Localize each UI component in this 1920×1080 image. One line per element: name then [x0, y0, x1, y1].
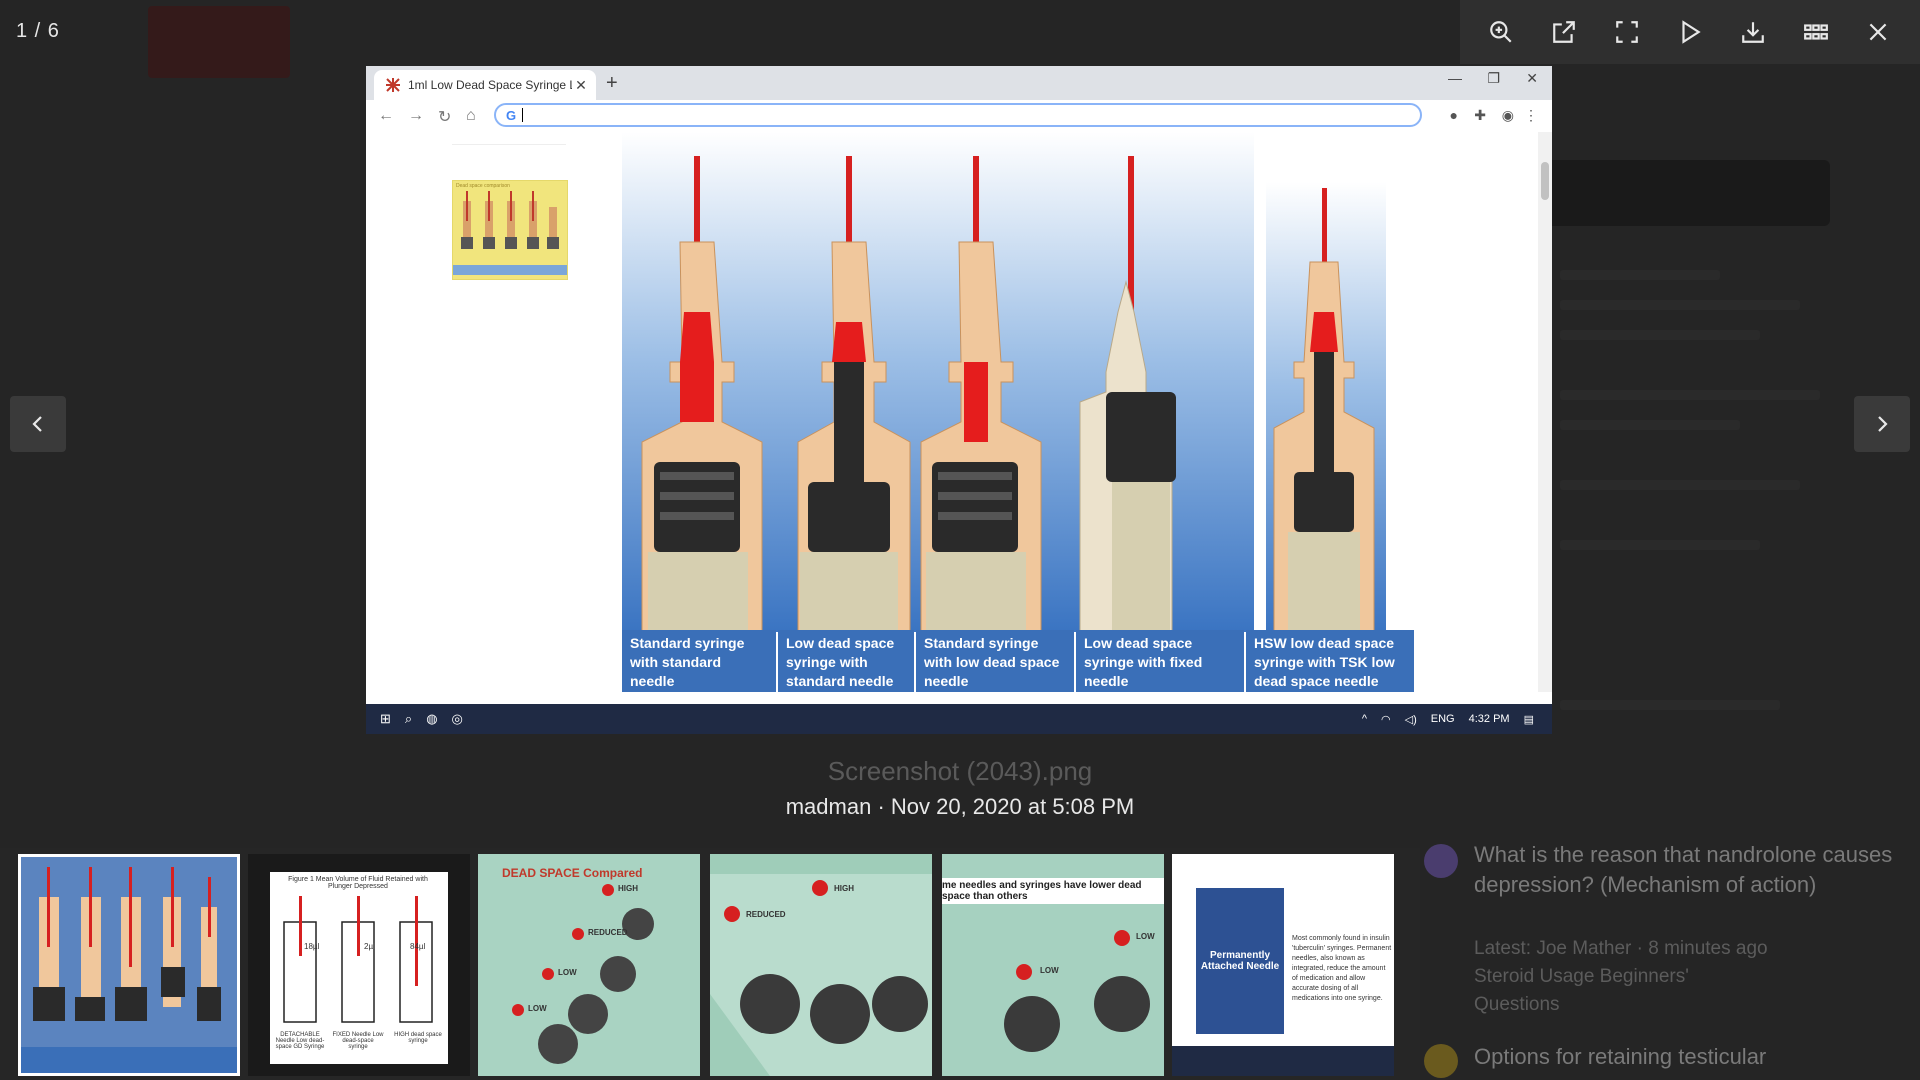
thumbnail-taskbar — [1172, 1046, 1394, 1076]
thumbnail-5[interactable]: me needles and syringes have lower dead … — [942, 854, 1164, 1076]
background-question-forum: Questions — [1474, 994, 1560, 1015]
restore-icon: ❐ — [1487, 70, 1500, 86]
zoom-in-icon[interactable] — [1481, 12, 1521, 52]
thumbnail-image — [21, 857, 237, 1073]
window-close-icon: ✕ — [1526, 70, 1538, 86]
wifi-icon: ◠ — [1381, 713, 1391, 726]
chevron-right-icon — [1878, 416, 1888, 432]
forward-icon: → — [408, 107, 424, 124]
page-sidebar-header — [452, 134, 566, 145]
figure-caption: Low dead space syringe with fixed needle — [1076, 630, 1244, 692]
thumbnail-label: LOW — [1136, 932, 1155, 941]
thumbnail-caption: DEAD SPACE Compared — [502, 866, 643, 880]
figure-caption: Low dead space syringe with standard nee… — [778, 630, 914, 692]
viewer-toolbar — [1460, 0, 1920, 64]
thumbnail-1[interactable] — [18, 854, 240, 1076]
grid-view-icon[interactable] — [1796, 12, 1836, 52]
open-external-icon[interactable] — [1544, 12, 1584, 52]
thumbnail-label: DETACHABLE Needle Low dead-space GD Syri… — [275, 1032, 325, 1050]
text-caret — [522, 108, 524, 122]
browser-tab-title: 1ml Low Dead Space Syringe Lu — [408, 78, 572, 92]
omnibox: G — [494, 103, 1422, 127]
thumbnail-label: LOW — [528, 1004, 547, 1013]
thumbnail-2[interactable]: Figure 1 Mean Volume of Fluid Retained w… — [248, 854, 470, 1076]
thumbnail-value: 84µl — [410, 942, 426, 951]
thumbnail-text: Most commonly found in insulin 'tubercul… — [1292, 935, 1392, 1002]
figure-caption: HSW low dead space syringe with TSK low … — [1246, 630, 1414, 692]
browser-tab-strip: 1ml Low Dead Space Syringe Lu ✕ + — ❐ ✕ — [366, 66, 1552, 100]
thumbnail-strip: Figure 1 Mean Volume of Fluid Retained w… — [0, 848, 1420, 1080]
browser-tab: 1ml Low Dead Space Syringe Lu ✕ — [374, 70, 596, 100]
avatar — [1424, 844, 1458, 878]
tab-close-icon: ✕ — [575, 76, 587, 93]
thumbnail-image — [512, 884, 654, 1064]
browser-address-bar: ← → ↻ ⌂ G ● ✚ ◉ ⋮ — [366, 100, 1552, 133]
thumbnail-6[interactable]: Permanently Attached Needle Most commonl… — [1172, 854, 1394, 1076]
thumbnail-label: LOW — [558, 968, 577, 977]
volume-icon: ◁) — [1404, 713, 1417, 726]
thumbnail-caption: Permanently Attached Needle — [1196, 888, 1284, 1034]
chevron-left-icon — [32, 416, 42, 432]
notification-icon: ▤ — [1523, 713, 1534, 726]
thumbnail-label: REDUCED — [588, 928, 628, 937]
thumbnail-label: FIXED Needle Low dead-space syringe — [332, 1032, 384, 1050]
image-meta: madman · Nov 20, 2020 at 5:08 PM — [785, 794, 1135, 819]
thumbnail-3[interactable]: DEAD SPACE Compared HIGH REDUCED LOW LOW — [478, 854, 700, 1076]
background-question-forum: Steroid Usage Beginners' — [1474, 966, 1689, 987]
extension-icon: ● — [1449, 107, 1458, 123]
clock: 4:32 PM — [1468, 713, 1510, 725]
side-thumbnail-caption: Dead space comparison — [456, 183, 510, 189]
thumbnail-label: HIGH — [834, 884, 854, 893]
minimize-icon: — — [1448, 70, 1462, 86]
thumbnail-image — [710, 874, 932, 1076]
thumbnail-4[interactable]: HIGH REDUCED — [710, 854, 932, 1076]
background-question-meta: Latest: Joe Mather · 8 minutes ago — [1474, 938, 1768, 959]
back-icon: ← — [378, 107, 394, 124]
background-question-title: What is the reason that nandrolone cause… — [1474, 842, 1893, 897]
thumbnail-label: REDUCED — [746, 910, 786, 919]
thumbnail-label: LOW — [1040, 966, 1059, 975]
windows-taskbar: ⊞ ⌕ ◍ ◎ ^ ◠ ◁) ENG 4:32 PM ▤ — [366, 704, 1552, 734]
profile-icon: ◉ — [1501, 107, 1514, 123]
syringe-illustration — [622, 132, 1386, 673]
thumbnail-label: HIGH — [618, 884, 638, 893]
reload-icon: ↻ — [438, 109, 452, 126]
windows-start-icon: ⊞ — [380, 711, 391, 726]
image-counter: 1 / 6 — [16, 20, 60, 42]
syringe-comparison-figure: Standard syringe with standard needle Lo… — [614, 132, 1414, 692]
system-tray: ^ ◠ ◁) ENG 4:32 PM ▤ — [1362, 704, 1534, 734]
figure-caption: Standard syringe with standard needle — [622, 630, 776, 692]
app-icon: ◎ — [451, 711, 463, 726]
new-tab-icon: + — [606, 72, 618, 94]
background-question-title: Options for retaining testicular — [1474, 1044, 1767, 1069]
menu-icon: ⋮ — [1524, 107, 1538, 123]
mini-syringe-illustration — [453, 191, 567, 275]
main-image[interactable]: 1ml Low Dead Space Syringe Lu ✕ + — ❐ ✕ … — [366, 66, 1552, 734]
play-slideshow-icon[interactable] — [1670, 12, 1710, 52]
search-icon: ⌕ — [404, 711, 413, 726]
side-thumbnail: Dead space comparison — [452, 180, 568, 280]
google-icon: G — [506, 107, 517, 123]
chrome-icon: ◍ — [426, 711, 438, 726]
thumbnail-caption: me needles and syringes have lower dead … — [942, 878, 1164, 904]
browser-page-content: Dead space comparison Standard syringe w… — [366, 132, 1552, 692]
thumbnail-label: HIGH dead space syringe — [394, 1032, 442, 1044]
chevron-up-icon: ^ — [1361, 713, 1368, 725]
fullscreen-icon[interactable] — [1607, 12, 1647, 52]
thumbnail-value: 18µl — [304, 942, 320, 951]
previous-image-button[interactable] — [10, 396, 66, 452]
download-icon[interactable] — [1733, 12, 1773, 52]
browser-scrollbar — [1538, 132, 1552, 692]
language-indicator: ENG — [1430, 713, 1455, 725]
home-icon: ⌂ — [466, 107, 476, 124]
figure-caption: Standard syringe with low dead space nee… — [916, 630, 1074, 692]
thumbnail-value: 2µl — [364, 942, 375, 951]
image-filename: Screenshot (2043).png — [827, 756, 1093, 786]
avatar — [1424, 1044, 1458, 1078]
close-icon[interactable] — [1858, 12, 1898, 52]
puzzle-icon: ✚ — [1474, 107, 1486, 123]
site-favicon-icon — [386, 78, 400, 92]
next-image-button[interactable] — [1854, 396, 1910, 452]
